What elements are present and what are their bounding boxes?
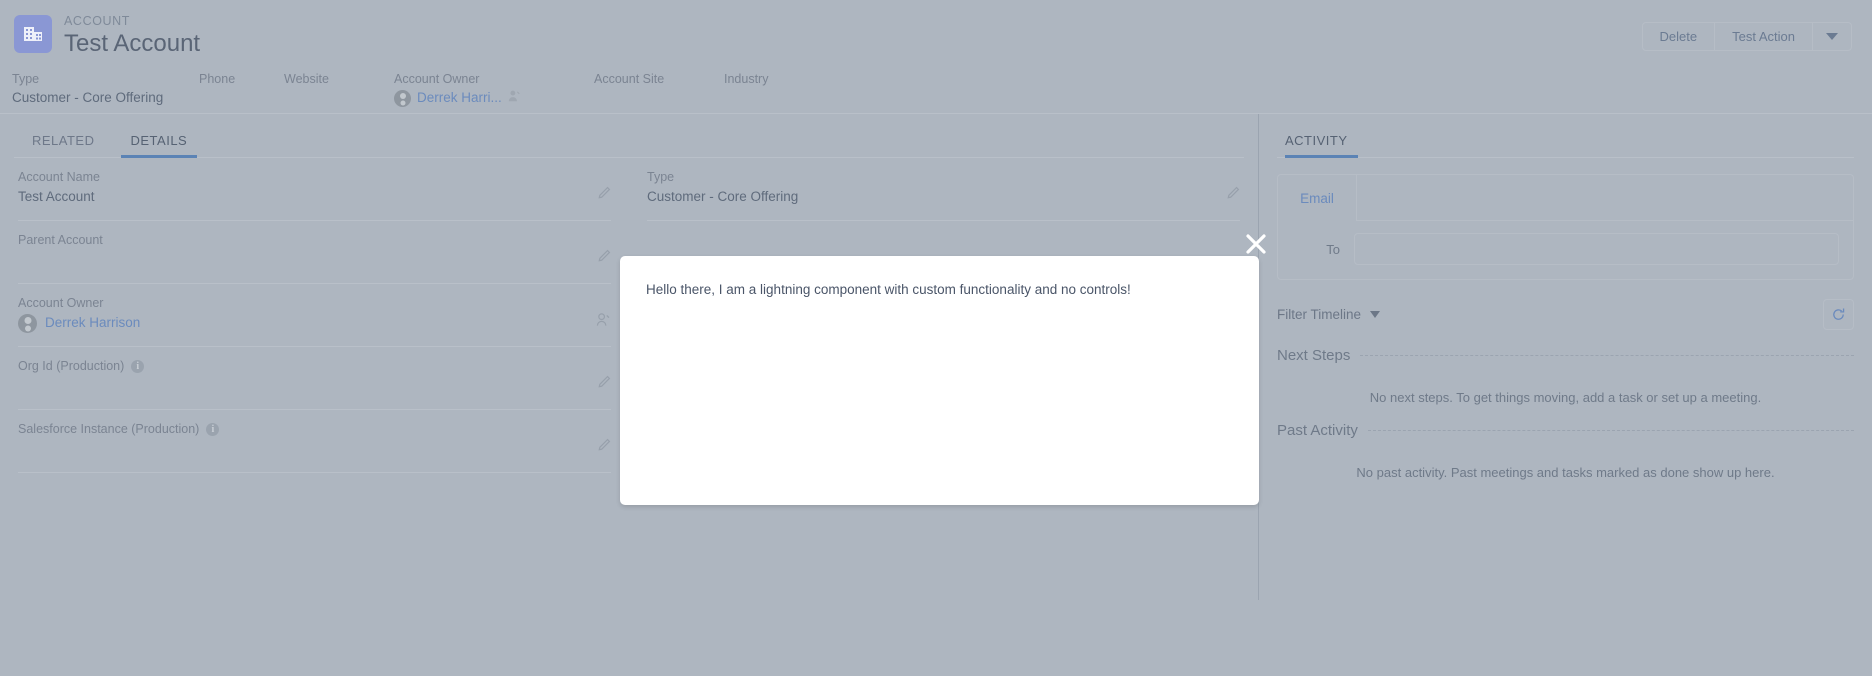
field-label-text: Org Id (Production) <box>18 359 125 373</box>
highlights-panel: Type Customer - Core Offering Phone Webs… <box>0 66 1872 114</box>
header-titles: ACCOUNT Test Account <box>64 9 200 59</box>
next-steps-header: Next Steps <box>1277 347 1854 364</box>
activity-composer: Email To <box>1277 174 1854 280</box>
account-owner-link[interactable]: Derrek Harrison <box>45 312 140 334</box>
details-column-left: Account Name Test Account Parent Account <box>0 158 629 473</box>
composer-tab-filler <box>1356 175 1853 221</box>
change-owner-icon[interactable] <box>596 312 611 332</box>
highlight-label: Type <box>12 72 40 86</box>
divider <box>1367 430 1854 431</box>
account-building-icon <box>14 15 52 53</box>
edit-pencil-icon[interactable] <box>1225 186 1240 206</box>
field-value: Customer - Core Offering <box>647 189 799 204</box>
test-action-button[interactable]: Test Action <box>1715 23 1813 50</box>
field-label: Parent Account <box>18 233 103 247</box>
filter-timeline-button[interactable]: Filter Timeline <box>1277 306 1381 322</box>
highlight-value-wrap: Derrek Harri... <box>394 88 594 108</box>
to-label: To <box>1326 241 1340 257</box>
field-label: Type <box>647 170 675 184</box>
field-value-wrap: Derrek Harrison <box>18 312 611 334</box>
field-label: Account Name <box>18 170 100 184</box>
info-icon[interactable]: i <box>131 359 145 373</box>
account-owner-link[interactable]: Derrek Harri... <box>417 88 502 108</box>
field-parent-account: Parent Account <box>18 221 611 284</box>
next-steps-title: Next Steps <box>1277 347 1351 364</box>
activity-panel: ACTIVITY Email To Filter Timeline Next S… <box>1259 114 1872 480</box>
activity-tabs: ACTIVITY <box>1277 114 1854 158</box>
tab-details[interactable]: DETAILS <box>113 133 206 158</box>
refresh-button[interactable] <box>1823 298 1854 330</box>
past-activity-empty-text: No past activity. Past meetings and task… <box>1356 465 1775 480</box>
tab-related[interactable]: RELATED <box>14 133 113 158</box>
field-label: Org Id (Production) i <box>18 357 611 375</box>
highlight-field-type: Type Customer - Core Offering <box>12 66 199 113</box>
highlight-field-account-owner: Account Owner Derrek Harri... <box>394 66 594 113</box>
timeline-controls: Filter Timeline <box>1277 298 1854 330</box>
composer-tab-email[interactable]: Email <box>1278 175 1356 221</box>
page-title: Test Account <box>64 30 201 57</box>
avatar <box>394 89 411 107</box>
change-owner-icon[interactable] <box>508 88 521 108</box>
lightning-component-modal: Hello there, I am a lightning component … <box>620 256 1259 505</box>
avatar <box>18 313 37 333</box>
app-root: ACCOUNT Test Account Delete Test Action … <box>0 0 1872 676</box>
object-type-label: ACCOUNT <box>64 14 131 28</box>
highlight-value: Customer - Core Offering <box>12 90 164 105</box>
composer-tablist: Email <box>1278 175 1853 221</box>
to-field[interactable] <box>1354 233 1839 265</box>
close-x-icon <box>1246 234 1266 254</box>
tab-activity[interactable]: ACTIVITY <box>1277 133 1366 158</box>
modal-close-button[interactable] <box>1242 230 1270 258</box>
record-tabs: RELATED DETAILS <box>0 114 1258 158</box>
field-account-owner: Account Owner Derrek Harrison <box>18 284 611 347</box>
highlight-field-phone: Phone <box>199 66 284 113</box>
field-account-name: Account Name Test Account <box>18 158 611 221</box>
edit-pencil-icon[interactable] <box>596 186 611 206</box>
composer-to-row: To <box>1278 221 1853 265</box>
field-value <box>18 438 611 460</box>
next-steps-empty-text: No next steps. To get things moving, add… <box>1369 390 1762 405</box>
divider <box>1360 355 1854 356</box>
field-label-text: Salesforce Instance (Production) <box>18 422 200 436</box>
field-salesforce-instance-production: Salesforce Instance (Production) i <box>18 410 611 473</box>
field-label: Account Owner <box>18 296 104 310</box>
field-type: Type Customer - Core Offering <box>647 158 1240 221</box>
highlight-field-account-site: Account Site <box>594 66 724 113</box>
edit-pencil-icon[interactable] <box>596 375 611 395</box>
delete-button[interactable]: Delete <box>1643 23 1716 50</box>
highlight-field-website: Website <box>284 66 394 113</box>
edit-pencil-icon[interactable] <box>596 438 611 458</box>
highlight-label: Account Owner <box>394 72 480 86</box>
highlight-label: Industry <box>724 72 769 86</box>
field-value <box>18 249 611 271</box>
highlight-field-industry: Industry <box>724 66 854 113</box>
highlight-label: Account Site <box>594 72 665 86</box>
field-label: Salesforce Instance (Production) i <box>18 420 611 438</box>
field-org-id-production: Org Id (Production) i <box>18 347 611 410</box>
modal-message: Hello there, I am a lightning component … <box>646 282 1131 297</box>
field-value: Test Account <box>18 189 95 204</box>
highlight-label: Phone <box>199 72 236 86</box>
highlight-label: Website <box>284 72 329 86</box>
filter-timeline-label: Filter Timeline <box>1277 306 1362 322</box>
caret-down-icon <box>1826 33 1838 40</box>
field-value <box>18 375 611 397</box>
record-action-group: Delete Test Action <box>1641 22 1852 51</box>
edit-pencil-icon[interactable] <box>596 249 611 269</box>
record-header: ACCOUNT Test Account Delete Test Action <box>0 0 1872 66</box>
more-actions-button[interactable] <box>1813 23 1851 50</box>
refresh-icon <box>1833 308 1845 320</box>
chevron-down-icon <box>1370 310 1381 318</box>
info-icon[interactable]: i <box>206 422 220 436</box>
past-activity-title: Past Activity <box>1277 422 1358 439</box>
past-activity-header: Past Activity <box>1277 422 1854 439</box>
